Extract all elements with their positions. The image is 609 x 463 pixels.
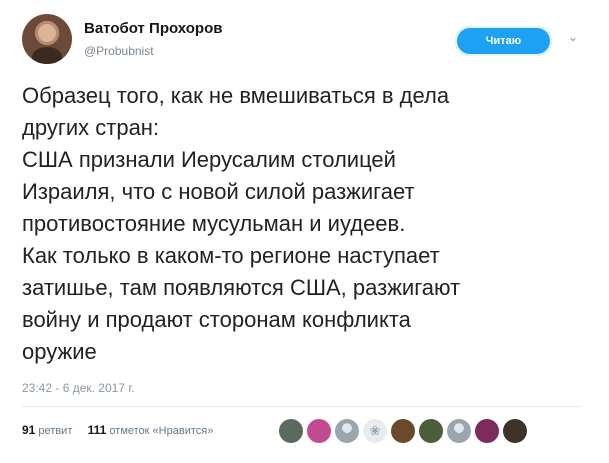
follow-button[interactable]: Читаю (455, 26, 552, 56)
retweet-label: ретвит (38, 425, 73, 437)
author-handle[interactable]: @Probubnist (84, 44, 154, 58)
author-name[interactable]: Ватобот Прохоров (84, 20, 222, 37)
like-label: отметок «Нравится» (109, 425, 214, 437)
like-stat[interactable]: 111 отметок «Нравится» (87, 423, 214, 437)
avatar[interactable] (307, 419, 331, 443)
tweet-stats: 91 ретвит 111 отметок «Нравится» (22, 423, 213, 437)
like-count: 111 (87, 423, 107, 437)
default-egg-avatar[interactable] (335, 419, 359, 443)
liker-avatars: ❀ (279, 419, 527, 443)
chevron-down-icon[interactable]: ⌄ (566, 30, 580, 44)
tweet-text: Образец того, как не вмешиваться в дела … (22, 83, 461, 364)
tweet-timestamp[interactable]: 23:42 - 6 дек. 2017 г. (22, 381, 135, 395)
avatar[interactable] (279, 419, 303, 443)
default-egg-avatar[interactable] (447, 419, 471, 443)
avatar[interactable] (391, 419, 415, 443)
retweet-stat[interactable]: 91 ретвит (22, 423, 75, 437)
author-avatar[interactable] (22, 14, 72, 64)
avatar[interactable] (503, 419, 527, 443)
avatar[interactable] (475, 419, 499, 443)
dove-avatar[interactable]: ❀ (363, 419, 387, 443)
divider (22, 406, 582, 407)
avatar[interactable] (419, 419, 443, 443)
retweet-count: 91 (22, 423, 36, 437)
